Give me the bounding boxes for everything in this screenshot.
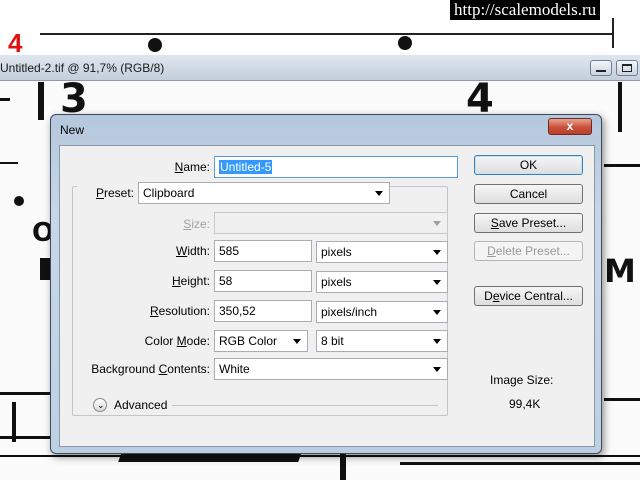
- size-dropdown[interactable]: [214, 212, 448, 234]
- minimize-icon: [596, 70, 606, 72]
- name-label: Name:: [174, 160, 210, 174]
- image-size-label: Image Size:: [490, 373, 554, 387]
- chevron-down-icon: [433, 339, 441, 344]
- size-label: Size:: [183, 217, 210, 231]
- delete-preset-button[interactable]: Delete Preset...: [474, 241, 583, 261]
- chevron-down-icon: [433, 280, 441, 285]
- background-contents-value: White: [219, 362, 250, 376]
- step-number: 4: [8, 28, 23, 58]
- scan-stroke: [38, 82, 44, 120]
- height-label: Height:: [171, 274, 210, 288]
- scan-stroke: [0, 436, 52, 439]
- chevron-down-icon: [375, 191, 383, 196]
- height-value: 58: [219, 274, 233, 288]
- maximize-button[interactable]: [616, 60, 638, 76]
- width-unit: pixels: [321, 245, 352, 259]
- chevron-down-icon: [293, 339, 301, 344]
- scan-dot: [148, 38, 162, 52]
- width-value: 585: [219, 244, 240, 258]
- close-icon: x: [566, 119, 574, 133]
- height-unit: pixels: [321, 275, 352, 289]
- height-input[interactable]: 58: [214, 270, 312, 292]
- background-contents-dropdown[interactable]: White: [214, 358, 448, 380]
- chevron-down-icon: [433, 367, 441, 372]
- document-titlebar[interactable]: Untitled-2.tif @ 91,7% (RGB/8): [0, 55, 640, 81]
- resolution-unit: pixels/inch: [321, 305, 378, 319]
- resolution-label: Resolution:: [149, 304, 210, 318]
- ok-button[interactable]: OK: [474, 155, 583, 175]
- save-preset-label: ave Preset...: [498, 216, 567, 230]
- resolution-value: 350,52: [219, 304, 256, 318]
- width-input[interactable]: 585: [214, 240, 312, 262]
- device-central-label: vice Central...: [499, 289, 573, 303]
- scan-rule: [40, 33, 612, 35]
- device-central-button[interactable]: Device Central...: [474, 286, 583, 306]
- scan-dot: [398, 36, 412, 50]
- scan-stroke: [14, 196, 24, 206]
- height-unit-dropdown[interactable]: pixels: [316, 271, 448, 293]
- delete-preset-label: elete Preset...: [495, 244, 570, 258]
- color-mode-dropdown[interactable]: RGB Color: [214, 330, 308, 352]
- save-preset-button[interactable]: Save Preset...: [474, 213, 583, 233]
- dialog-title: New: [60, 123, 85, 137]
- chevron-down-icon: [433, 221, 441, 226]
- scan-stroke: [0, 98, 10, 101]
- chevron-down-icon: [433, 250, 441, 255]
- resolution-input[interactable]: 350,52: [214, 300, 312, 322]
- width-unit-dropdown[interactable]: pixels: [316, 241, 448, 263]
- cancel-button-label: Cancel: [509, 187, 548, 201]
- scan-tick: [612, 18, 614, 48]
- advanced-divider: [172, 405, 438, 406]
- width-label: Width:: [175, 244, 210, 258]
- name-input-value: Untitled-5: [219, 160, 273, 174]
- chevron-down-icon: ⌄: [97, 400, 105, 410]
- cancel-button[interactable]: Cancel: [474, 184, 583, 204]
- dialog-close-button[interactable]: x: [548, 118, 592, 135]
- chevron-down-icon: [433, 310, 441, 315]
- scan-stroke: [0, 455, 640, 457]
- minimize-button[interactable]: [590, 60, 612, 76]
- dialog-content: Name: Untitled-5 Preset: Clipboard Size:…: [59, 145, 595, 447]
- ok-button-label: OK: [519, 158, 538, 172]
- new-document-dialog: New x Name: Untitled-5 Preset: Clipboard…: [50, 114, 602, 454]
- color-mode-label: Color Mode:: [144, 334, 210, 348]
- advanced-toggle-button[interactable]: ⌄: [93, 398, 107, 412]
- name-input[interactable]: Untitled-5: [214, 156, 458, 178]
- scan-stroke: [604, 398, 640, 401]
- bit-depth-value: 8 bit: [321, 334, 344, 348]
- color-mode-value: RGB Color: [219, 334, 278, 348]
- scan-stroke: [0, 392, 50, 395]
- preset-value: Clipboard: [143, 186, 195, 200]
- scan-stroke: [40, 258, 50, 280]
- preset-label: Preset:: [95, 186, 134, 200]
- watermark-url: http://scalemodels.ru: [450, 0, 601, 20]
- scan-stroke: [618, 82, 622, 132]
- scan-glyph: M: [604, 252, 636, 290]
- maximize-icon: [622, 64, 632, 72]
- document-title: Untitled-2.tif @ 91,7% (RGB/8): [0, 61, 165, 75]
- scan-stroke: [400, 462, 640, 465]
- scan-stroke: [0, 162, 18, 164]
- image-size-value: 99,4K: [509, 397, 541, 411]
- background-contents-label: Background Contents:: [91, 362, 210, 376]
- advanced-label: Advanced: [114, 398, 168, 412]
- preset-dropdown[interactable]: Clipboard: [138, 182, 390, 204]
- bit-depth-dropdown[interactable]: 8 bit: [316, 330, 448, 352]
- scan-stroke: [604, 164, 640, 167]
- resolution-unit-dropdown[interactable]: pixels/inch: [316, 301, 448, 323]
